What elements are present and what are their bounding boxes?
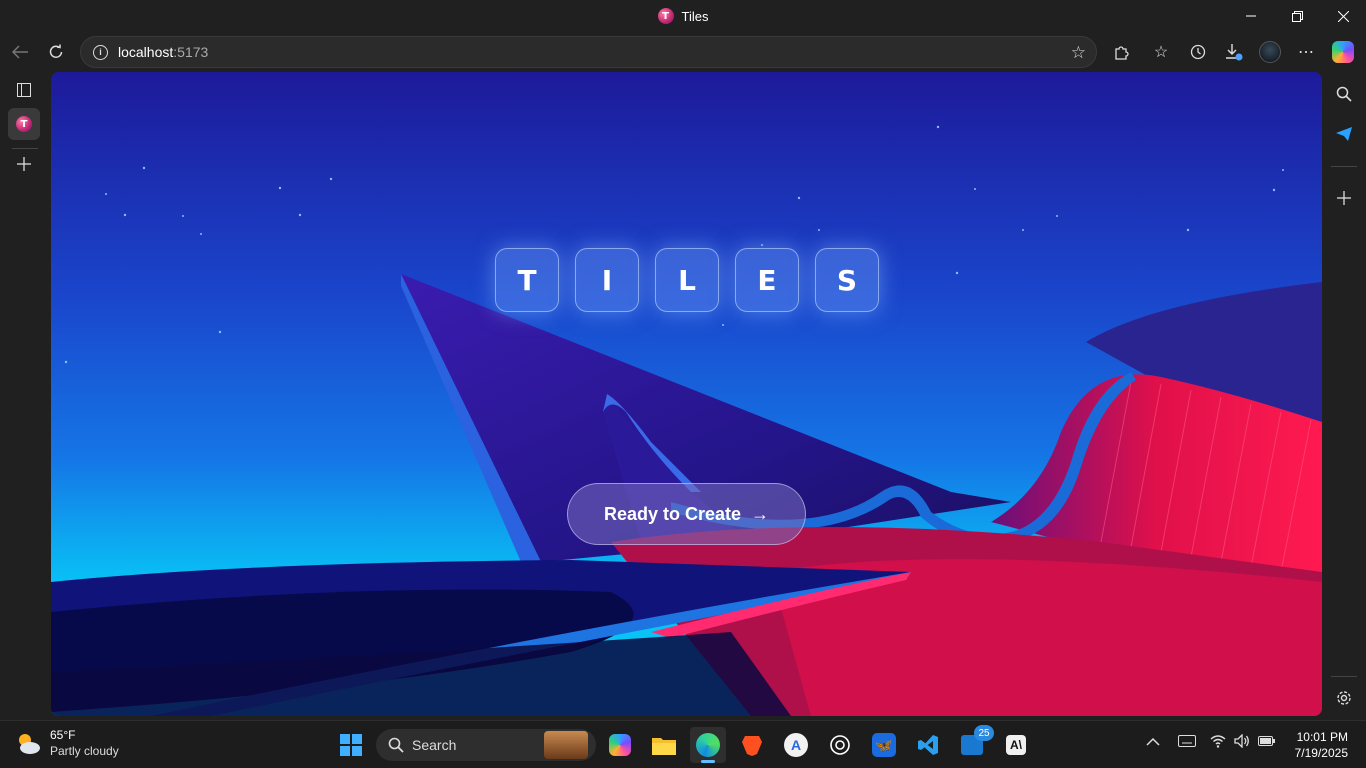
show-hidden-icons-chevron-icon[interactable] xyxy=(1146,729,1160,750)
chatgpt-icon[interactable] xyxy=(822,727,858,763)
edge-browser-icon[interactable] xyxy=(690,727,726,763)
weather-temp: 65°F xyxy=(50,728,76,742)
cta-label: Ready to Create xyxy=(603,503,742,524)
tab-actions-icon[interactable] xyxy=(8,74,40,106)
browser-toolbar: i localhost:5173 ☆ ☆ ⋯ xyxy=(0,32,1366,72)
tiles-logo: T I L E S xyxy=(495,248,879,312)
close-button[interactable] xyxy=(1320,0,1366,32)
hero-background xyxy=(51,72,1322,716)
copilot-app-icon[interactable] xyxy=(602,727,638,763)
logo-tile-t: T xyxy=(495,248,559,312)
address-bar[interactable]: i localhost:5173 ☆ xyxy=(80,36,1097,68)
weather-condition: Partly cloudy xyxy=(50,744,119,758)
restore-button[interactable] xyxy=(1274,0,1320,32)
brave-browser-icon[interactable] xyxy=(734,727,770,763)
search-icon xyxy=(388,737,404,753)
app-favicon-icon: T xyxy=(657,8,674,24)
refresh-button[interactable] xyxy=(40,36,72,68)
battery-icon[interactable] xyxy=(1258,729,1276,750)
minimize-button[interactable] xyxy=(1228,0,1274,32)
copilot-icon[interactable] xyxy=(1327,36,1359,68)
url-host: localhost xyxy=(118,44,174,60)
clock-time: 10:01 PM xyxy=(1296,730,1348,744)
search-highlight-image xyxy=(544,731,588,759)
new-tab-button[interactable] xyxy=(8,148,40,180)
tab-favicon-icon: T xyxy=(16,116,32,132)
vertical-tabs-rail: T xyxy=(0,72,50,720)
weather-widget[interactable]: 65°F Partly cloudy xyxy=(14,727,119,759)
downloads-icon[interactable] xyxy=(1218,36,1250,68)
logo-tile-l: L xyxy=(655,248,719,312)
send-telegram-icon[interactable] xyxy=(1328,118,1360,150)
favorites-icon[interactable]: ☆ xyxy=(1145,36,1177,68)
logo-tile-s: S xyxy=(815,248,879,312)
partly-cloudy-icon xyxy=(14,729,42,757)
search-icon[interactable] xyxy=(1328,78,1360,110)
page-viewport: T I L E S Ready to Create → xyxy=(51,72,1322,716)
more-options-icon[interactable]: ⋯ xyxy=(1290,36,1322,68)
extensions-icon[interactable] xyxy=(1105,36,1137,68)
add-sidebar-app-button[interactable] xyxy=(1328,182,1360,214)
anthropic-app-icon[interactable]: A\ xyxy=(998,727,1034,763)
windows-taskbar: 65°F Partly cloudy Search A 🦋 25 A\ 10:0… xyxy=(0,720,1366,768)
favorite-star-icon[interactable]: ☆ xyxy=(1071,43,1086,63)
logo-tile-e: E xyxy=(735,248,799,312)
wifi-icon[interactable] xyxy=(1210,729,1226,751)
tab-tiles[interactable]: T xyxy=(8,108,40,140)
search-label: Search xyxy=(412,737,457,753)
taskbar-search[interactable]: Search xyxy=(376,729,596,761)
system-clock[interactable]: 10:01 PM 7/19/2025 xyxy=(1295,729,1348,761)
ready-to-create-button[interactable]: Ready to Create → xyxy=(567,483,806,545)
bluesky-butterfly-icon[interactable]: 🦋 xyxy=(866,727,902,763)
sidebar-rail xyxy=(1322,72,1366,720)
window-title: T Tiles xyxy=(0,0,1366,32)
history-icon[interactable] xyxy=(1182,36,1214,68)
app-store-a-icon[interactable]: A xyxy=(778,727,814,763)
vscode-icon[interactable] xyxy=(910,727,946,763)
clock-date: 7/19/2025 xyxy=(1294,746,1348,760)
arrow-right-icon: → xyxy=(751,503,770,524)
back-button[interactable] xyxy=(4,36,36,68)
file-explorer-icon[interactable] xyxy=(646,727,682,763)
start-windows-icon[interactable] xyxy=(333,727,369,763)
outlook-mail-icon[interactable]: 25 xyxy=(954,725,994,763)
site-info-icon[interactable]: i xyxy=(93,44,108,60)
url-port: :5173 xyxy=(173,44,209,60)
profile-avatar[interactable] xyxy=(1254,36,1286,68)
keyboard-icon[interactable] xyxy=(1178,729,1196,750)
sidebar-settings-gear-icon[interactable] xyxy=(1328,682,1360,714)
logo-tile-i: I xyxy=(575,248,639,312)
sidebar-divider xyxy=(1331,166,1357,167)
volume-icon[interactable] xyxy=(1234,729,1250,751)
sidebar-divider-bottom xyxy=(1331,676,1357,677)
mail-badge: 25 xyxy=(974,725,994,741)
title-bar: T Tiles xyxy=(0,0,1366,32)
window-title-text: Tiles xyxy=(681,8,709,24)
